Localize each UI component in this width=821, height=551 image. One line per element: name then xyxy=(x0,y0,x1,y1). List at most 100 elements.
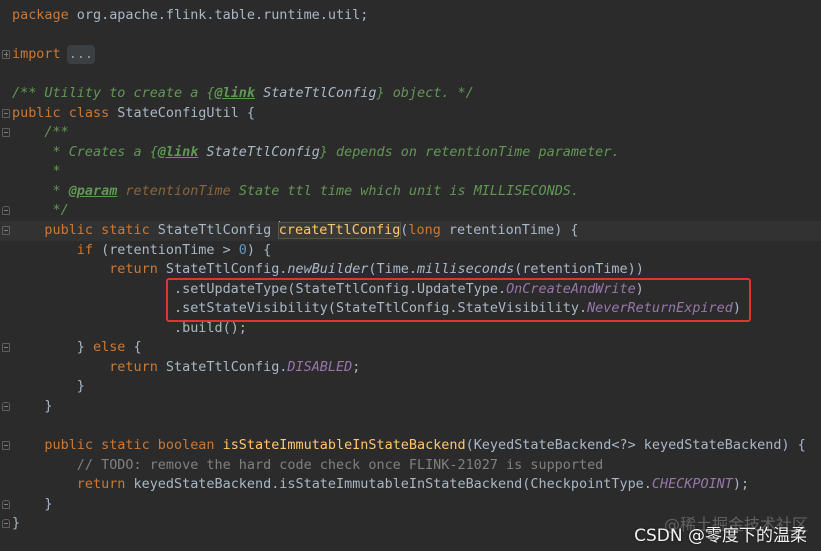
line-content: } xyxy=(12,514,20,534)
code-line[interactable]: /** Utility to create a {@link StateTtlC… xyxy=(0,84,821,104)
code-line[interactable] xyxy=(0,26,821,46)
line-content: } xyxy=(12,377,85,397)
code-text: retentionTime) { xyxy=(440,223,579,239)
code-line[interactable]: public class StateConfigUtil { xyxy=(0,104,821,124)
fold-collapse-icon[interactable] xyxy=(2,108,10,118)
code-editor[interactable]: package org.apache.flink.table.runtime.u… xyxy=(0,6,821,534)
javadoc-tag: @link xyxy=(157,144,199,160)
folded-code-placeholder[interactable]: ... xyxy=(68,47,94,63)
keyword-token: return xyxy=(76,477,126,493)
keyword-token: public static xyxy=(44,223,150,239)
fold-end-icon[interactable] xyxy=(2,499,10,509)
code-line[interactable] xyxy=(0,416,821,436)
line-content: .build(); xyxy=(12,319,247,339)
code-text: StateConfigUtil { xyxy=(109,105,255,121)
static-method-call: newBuilder xyxy=(287,262,369,278)
keyword-token: else xyxy=(93,340,126,356)
fold-expand-icon[interactable] xyxy=(2,50,10,60)
code-text: StateTtlConfig. xyxy=(157,262,288,278)
constant-reference: CHECKPOINT xyxy=(651,477,733,493)
code-line[interactable]: } else { xyxy=(0,338,821,358)
code-line[interactable]: // TODO: remove the hard code check once… xyxy=(0,456,821,476)
fold-collapse-icon[interactable] xyxy=(2,343,10,353)
doc-comment-text: /** xyxy=(12,125,69,141)
line-content: /** Utility to create a {@link StateTtlC… xyxy=(12,84,474,104)
doc-comment-text: } object. */ xyxy=(376,86,474,102)
code-line[interactable]: public static StateTtlConfig createTtlCo… xyxy=(0,221,821,241)
fold-collapse-icon[interactable] xyxy=(2,226,10,236)
code-text: } xyxy=(12,379,85,395)
constant-reference: NeverReturnExpired xyxy=(587,301,733,317)
code-line[interactable]: */ xyxy=(0,201,821,221)
code-line[interactable]: return StateTtlConfig.newBuilder(Time.mi… xyxy=(0,260,821,280)
keyword-token: long xyxy=(408,223,441,239)
keyword-token: if xyxy=(76,242,93,258)
code-text: } xyxy=(12,516,21,532)
code-text: ) xyxy=(732,301,741,317)
javadoc-param-name: retentionTime xyxy=(125,183,231,199)
line-content: } xyxy=(12,495,53,515)
line-content: return StateTtlConfig.newBuilder(Time.mi… xyxy=(12,260,644,280)
code-line[interactable]: * @param retentionTime State ttl time wh… xyxy=(0,182,821,202)
fold-end-icon[interactable] xyxy=(2,401,10,411)
code-line[interactable]: } xyxy=(0,377,821,397)
code-text: ) xyxy=(635,281,644,297)
keyword-token: return xyxy=(109,359,158,375)
line-content: * @param retentionTime State ttl time wh… xyxy=(12,182,579,202)
code-text: (KeyedStateBackend<?> keyedStateBackend)… xyxy=(465,438,806,454)
line-content: public static StateTtlConfig createTtlCo… xyxy=(12,221,579,241)
code-text: StateTtlConfig xyxy=(149,223,280,239)
doc-comment-text: } depends on retentionTime parameter. xyxy=(319,144,620,160)
code-text: (Time. xyxy=(368,262,418,278)
doc-comment-text: * xyxy=(12,164,61,180)
fold-collapse-icon[interactable] xyxy=(2,441,10,451)
code-line[interactable]: package org.apache.flink.table.runtime.u… xyxy=(0,6,821,26)
javadoc-link-reference: StateTtlConfig xyxy=(198,144,320,160)
code-line[interactable]: return keyedStateBackend.isStateImmutabl… xyxy=(0,475,821,495)
code-editor-window: package org.apache.flink.table.runtime.u… xyxy=(0,0,821,551)
code-line[interactable]: } xyxy=(0,397,821,417)
code-text: } xyxy=(12,496,53,512)
code-text: } xyxy=(12,398,53,414)
code-line[interactable]: .setStateVisibility(StateTtlConfig.State… xyxy=(0,299,821,319)
line-content: .setStateVisibility(StateTtlConfig.State… xyxy=(12,299,741,319)
code-text: { xyxy=(125,340,142,356)
line-content: */ xyxy=(12,201,68,221)
code-line[interactable]: .setUpdateType(StateTtlConfig.UpdateType… xyxy=(0,280,821,300)
code-text: } xyxy=(12,340,93,356)
code-text: ) { xyxy=(246,242,272,258)
code-line[interactable]: .build(); xyxy=(0,319,821,339)
keyword-token: public class xyxy=(12,105,110,121)
method-declaration-name: createTtlConfig xyxy=(277,222,402,240)
code-line[interactable]: public static boolean isStateImmutableIn… xyxy=(0,436,821,456)
keyword-token: return xyxy=(109,262,158,278)
javadoc-tag: @param xyxy=(68,183,118,199)
code-line[interactable]: import ... xyxy=(0,45,821,65)
fold-end-icon[interactable] xyxy=(2,519,10,529)
code-text: keyedStateBackend.isStateImmutableInStat… xyxy=(125,477,652,493)
code-text: (retentionTime > xyxy=(93,242,239,258)
fold-end-icon[interactable] xyxy=(2,206,10,216)
code-line[interactable] xyxy=(0,65,821,85)
code-line[interactable]: if (retentionTime > 0) { xyxy=(0,241,821,261)
line-content: * Creates a {@link StateTtlConfig} depen… xyxy=(12,143,619,163)
line-content: /** xyxy=(12,123,69,143)
line-content: package org.apache.flink.table.runtime.u… xyxy=(12,6,368,26)
code-line[interactable]: * Creates a {@link StateTtlConfig} depen… xyxy=(0,143,821,163)
line-content: return StateTtlConfig.DISABLED; xyxy=(12,358,360,378)
fold-collapse-icon[interactable] xyxy=(2,128,10,138)
code-line[interactable]: return StateTtlConfig.DISABLED; xyxy=(0,358,821,378)
code-text: org.apache.flink.table.runtime.util; xyxy=(68,8,369,23)
line-content: public class StateConfigUtil { xyxy=(12,104,255,124)
line-content: if (retentionTime > 0) { xyxy=(12,241,271,261)
method-declaration-name: isStateImmutableInStateBackend xyxy=(222,438,466,454)
code-line[interactable]: * xyxy=(0,162,821,182)
line-content: public static boolean isStateImmutableIn… xyxy=(12,436,806,456)
keyword-token: import xyxy=(12,47,61,63)
code-line[interactable]: /** xyxy=(0,123,821,143)
